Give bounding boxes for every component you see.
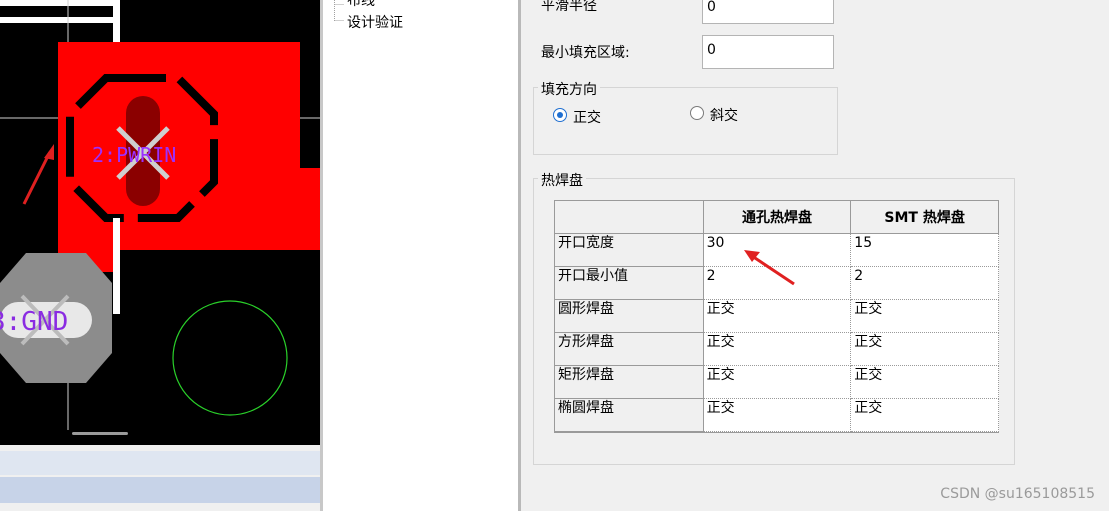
via-outline	[172, 300, 288, 416]
table-row: 矩形焊盘 正交 正交	[554, 365, 999, 399]
annotation-arrow-table	[744, 250, 795, 286]
row-header: 矩形焊盘	[554, 365, 704, 399]
column-header-through-hole: 通孔热焊盘	[702, 200, 852, 234]
pcb-bottom-panel	[0, 445, 320, 511]
table-cell[interactable]: 正交	[850, 299, 999, 333]
table-cell[interactable]: 正交	[702, 365, 852, 399]
radio-diagonal-label: 斜交	[710, 108, 738, 124]
table-corner	[554, 200, 704, 234]
table-row: 方形焊盘 正交 正交	[554, 332, 999, 366]
tree-item-label: 设计验证	[347, 15, 403, 31]
smooth-radius-value: 0	[707, 0, 716, 15]
tree-item-label: 布线	[347, 0, 375, 9]
table-cell[interactable]: 正交	[850, 365, 999, 399]
thermal-grid[interactable]: 通孔热焊盘 SMT 热焊盘 开口宽度 30 15 开口最小值 2 2 圆形焊盘 …	[554, 200, 999, 433]
table-cell[interactable]: 正交	[702, 332, 852, 366]
table-cell[interactable]: 2	[850, 266, 999, 300]
thermal-pad-title: 热焊盘	[538, 170, 586, 190]
options-tree: 布线 设计验证	[323, 0, 518, 511]
table-cell[interactable]: 正交	[702, 299, 852, 333]
pcb-canvas[interactable]: 2:PWRIN 3:GND	[0, 0, 320, 445]
settings-panel: 平滑半径 0 最小填充区域: 0 填充方向 正交 斜交 热焊盘 通孔热焊盘 SM…	[521, 0, 1109, 511]
trace-top	[0, 0, 117, 6]
radio-orthogonal-indicator[interactable]	[553, 108, 567, 122]
table-cell[interactable]: 正交	[702, 398, 852, 432]
table-cell[interactable]: 正交	[850, 398, 999, 432]
fill-direction-title: 填充方向	[538, 79, 600, 99]
smooth-radius-field[interactable]: 0	[702, 0, 834, 24]
trace-top-2	[0, 17, 117, 23]
row-header: 方形焊盘	[554, 332, 704, 366]
annotation-arrowhead-left	[44, 144, 54, 160]
table-row: 圆形焊盘 正交 正交	[554, 299, 999, 333]
table-header-row: 通孔热焊盘 SMT 热焊盘	[554, 200, 999, 234]
min-fill-area-field[interactable]: 0	[702, 35, 834, 69]
status-bar	[0, 451, 320, 475]
row-header: 椭圆焊盘	[554, 398, 704, 432]
pad-label-pwrin: 2:PWRIN	[92, 143, 176, 167]
row-header: 开口宽度	[554, 233, 704, 267]
pcb-drawing: 2:PWRIN 3:GND	[0, 0, 320, 430]
row-header: 开口最小值	[554, 266, 704, 300]
tree-lines	[334, 0, 344, 21]
splitter-handle[interactable]	[72, 432, 128, 435]
watermark: CSDN @su165108515	[940, 486, 1095, 502]
copper-edge	[312, 170, 320, 250]
tree-item-routing[interactable]: 布线	[347, 0, 375, 10]
trace-vertical-lower	[113, 218, 120, 314]
thermal-table[interactable]: 通孔热焊盘 SMT 热焊盘 开口宽度 30 15 开口最小值 2 2 圆形焊盘 …	[554, 200, 999, 432]
table-row: 椭圆焊盘 正交 正交	[554, 398, 999, 432]
row-header: 圆形焊盘	[554, 299, 704, 333]
status-bar-2	[0, 477, 320, 503]
min-fill-area-label: 最小填充区域:	[541, 45, 630, 61]
smooth-radius-label: 平滑半径	[541, 0, 597, 14]
tree-item-design-verification[interactable]: 设计验证	[347, 12, 403, 32]
radio-orthogonal-label: 正交	[573, 110, 601, 126]
radio-diagonal-indicator[interactable]	[690, 106, 704, 120]
column-header-smt: SMT 热焊盘	[850, 200, 999, 234]
min-fill-area-value: 0	[707, 42, 716, 58]
table-cell[interactable]: 15	[850, 233, 999, 267]
table-cell[interactable]: 正交	[850, 332, 999, 366]
annotation-arrow-left	[22, 151, 52, 205]
pad-label-gnd: 3:GND	[0, 307, 68, 337]
